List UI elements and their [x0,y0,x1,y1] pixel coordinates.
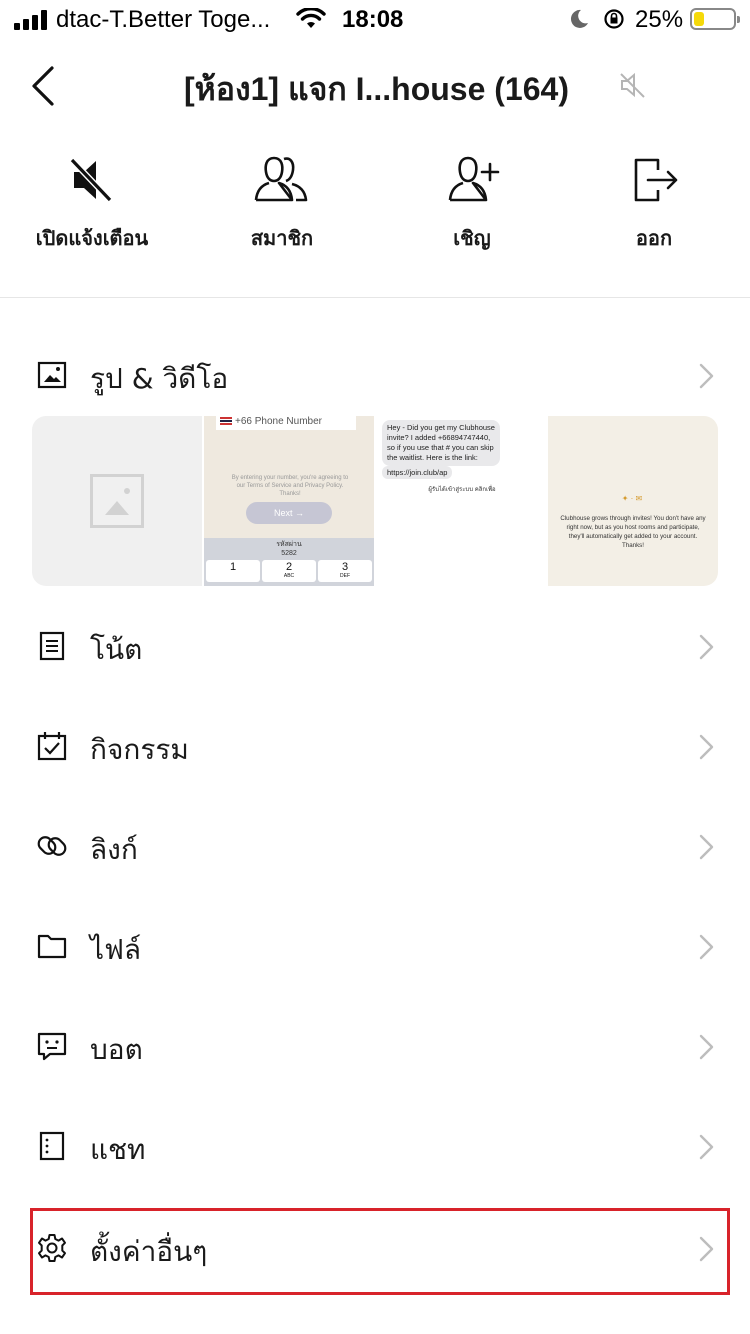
chat-actions: เปิดแจ้งเตือน สมาชิก เชิญ ออก [0,150,750,260]
thumb-envelope-icon: ✦ · ✉ [621,494,643,503]
events-row[interactable]: กิจกรรม [0,708,750,788]
media-thumbnail-invite-message[interactable]: Hey - Did you get my Clubhouse invite? I… [376,416,546,586]
image-placeholder-icon [90,474,144,528]
chat-row[interactable]: แชท [0,1108,750,1188]
thumb-terms-text: By entering your number, you're agreeing… [231,475,349,497]
notifications-label: เปิดแจ้งเตือน [35,226,149,250]
thumb-key: 3 DEF [318,560,372,582]
chevron-right-icon [699,634,714,660]
battery-icon [690,8,740,30]
thai-flag-icon [220,417,232,425]
chevron-right-icon [699,363,714,389]
members-label: สมาชิก [250,226,314,250]
leave-label: ออก [635,226,673,250]
chevron-right-icon [699,834,714,860]
chat-log-icon [39,1131,65,1161]
moon-icon [570,9,588,28]
thumb-key-letters: DEF [340,573,350,579]
media-gallery: +66 Phone Number By entering your number… [32,416,718,586]
thumb-key-num: 2 [285,561,293,573]
notifications-button[interactable]: เปิดแจ้งเตือน [2,150,182,260]
notes-row[interactable]: โน้ต [0,608,750,688]
members-icon [254,156,308,202]
thumb-code-label: รหัสผ่าน [276,541,302,548]
wifi-icon [296,8,326,28]
invite-label: เชิญ [453,226,491,250]
files-row[interactable]: ไฟล์ [0,908,750,988]
thumb-key-letters: ABC [283,573,295,579]
thumb-thai-text: ผู้รับได้เข้าสู่ระบบ คลิกเพื่อ [428,487,496,493]
signal-icon [14,10,50,30]
chat-label: แชท [90,1133,146,1166]
leave-button[interactable]: ออก [564,150,744,260]
thumb-key: 2 ABC [262,560,316,582]
thumb-message-link: https://join.club/ap [382,466,453,479]
folder-icon [37,934,67,959]
invite-button[interactable]: เชิญ [382,150,562,260]
link-icon [37,836,67,856]
links-label: ลิงก์ [90,833,138,866]
files-label: ไฟล์ [90,933,142,966]
thumb-code-value: 5282 [281,550,297,557]
thumb-next-button: Next → [246,502,332,524]
leave-icon [634,158,678,202]
thumb-key: 1 [206,560,260,582]
page-title: [ห้อง1] แจก I...house (164) [184,71,569,107]
chevron-right-icon [699,734,714,760]
thumb-key-num: 3 [341,561,349,573]
chevron-right-icon [699,1034,714,1060]
battery-level [694,12,704,26]
thumb-keypad: รหัสผ่าน 5282 1 2 ABC 3 DEF [204,538,374,586]
status-bar: dtac-T.Better Toge... 18:08 25% [0,0,750,40]
note-icon [39,631,65,661]
members-button[interactable]: สมาชิก [192,150,372,260]
thumb-code: รหัสผ่าน 5282 [204,540,374,558]
rotation-lock-icon [604,9,624,29]
carrier-name: dtac-T.Better Toge... [56,6,271,33]
muted-icon [620,72,645,98]
bots-row[interactable]: บอต [0,1008,750,1088]
links-row[interactable]: ลิงก์ [0,808,750,888]
thumb-message-bubble: Hey - Did you get my Clubhouse invite? I… [382,420,500,466]
battery-percent: 25% [635,6,684,33]
chevron-right-icon [699,934,714,960]
events-label: กิจกรรม [90,733,189,766]
back-icon[interactable] [26,64,66,108]
speaker-muted-icon [69,157,113,203]
photos-videos-label: รูป & วิดีโอ [90,362,229,395]
thumb-key-num: 1 [229,561,237,573]
media-thumbnail-placeholder[interactable] [32,416,202,586]
notes-label: โน้ต [90,633,143,666]
thumb-invite-text: Clubhouse grows through invites! You don… [560,515,706,549]
thumb-phone-field: +66 Phone Number [216,416,356,430]
bot-icon [37,1032,67,1061]
media-thumbnail-phone-login[interactable]: +66 Phone Number By entering your number… [204,416,374,586]
thumb-phone-text: +66 Phone Number [235,416,323,427]
image-icon [37,361,67,389]
calendar-check-icon [37,732,67,761]
media-thumbnail-invites-info[interactable]: ✦ · ✉ Clubhouse grows through invites! Y… [548,416,718,586]
photos-videos-row[interactable]: รูป & วิดีโอ [0,337,750,417]
chevron-right-icon [699,1134,714,1160]
bots-label: บอต [90,1033,143,1066]
status-time: 18:08 [342,6,404,33]
highlight-box [30,1208,730,1295]
divider [0,297,750,298]
header: [ห้อง1] แจก I...house (164) [0,50,750,120]
add-person-icon [448,156,500,202]
